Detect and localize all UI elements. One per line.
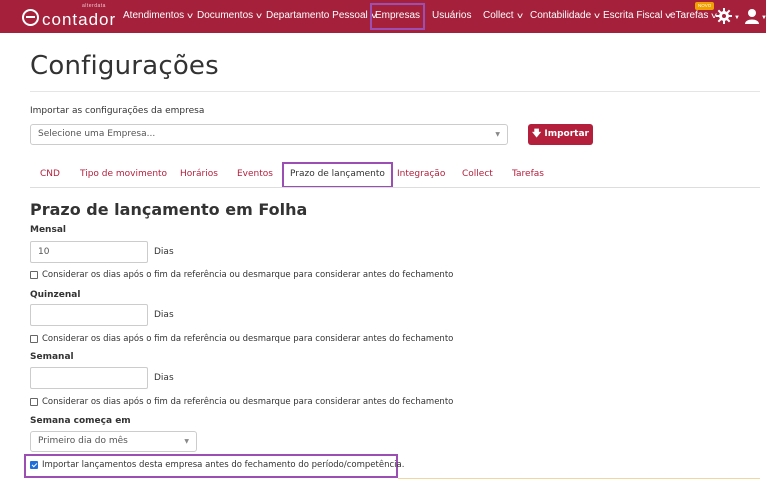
import-label: Importar as configurações da empresa <box>30 106 205 116</box>
nav-label: Usuários <box>432 10 472 21</box>
import-checkbox-label: Importar lançamentos desta empresa antes… <box>42 460 405 470</box>
company-select-placeholder: Selecione uma Empresa... <box>38 129 156 139</box>
import-button[interactable]: 🡇 Importar <box>528 124 593 145</box>
semanal-checkbox-label: Considerar os dias após o fim da referên… <box>42 397 454 407</box>
semanal-checkbox-row[interactable]: Considerar os dias após o fim da referên… <box>30 397 453 407</box>
semanal-unit: Dias <box>154 373 174 383</box>
company-select[interactable]: Selecione uma Empresa... ▼ <box>30 124 508 145</box>
nav-label: Departamento Pessoal <box>266 10 368 21</box>
nav-item-usuarios[interactable]: Usuários <box>432 0 471 33</box>
tab-collect[interactable]: Collect <box>462 162 493 186</box>
bottom-divider <box>398 478 760 479</box>
nav-label: Empresas <box>375 10 421 21</box>
semana-comeca-selected: Primeiro dia do mês <box>38 436 128 446</box>
tab-tarefas[interactable]: Tarefas <box>512 162 544 186</box>
nav-item-atendimentos[interactable]: Atendimentos v <box>123 0 193 33</box>
mensal-label: Mensal <box>30 225 66 235</box>
tab-tipo-de-movimento[interactable]: Tipo de movimento <box>80 162 167 186</box>
chevron-down-icon: v <box>594 11 600 20</box>
chevron-down-icon: v <box>516 11 523 20</box>
mensal-checkbox[interactable] <box>30 271 38 279</box>
logo-e-icon <box>22 8 39 26</box>
gear-icon[interactable] <box>716 8 732 24</box>
nav-item-departamento-pessoal[interactable]: Departamento Pessoal v <box>266 0 377 33</box>
quinzenal-label: Quinzenal <box>30 290 81 300</box>
divider <box>30 91 760 92</box>
nav-item-escrita-fiscal[interactable]: Escrita Fiscal v <box>603 0 671 33</box>
quinzenal-checkbox[interactable] <box>30 335 38 343</box>
caret-down-icon: ▼ <box>495 131 500 138</box>
quinzenal-checkbox-label: Considerar os dias após o fim da referên… <box>42 334 454 344</box>
tab-eventos[interactable]: Eventos <box>237 162 273 186</box>
mensal-input[interactable]: 10 <box>30 241 148 263</box>
nav-label: Atendimentos <box>123 10 185 21</box>
semanal-checkbox[interactable] <box>30 398 38 406</box>
tab-horarios[interactable]: Horários <box>180 162 218 186</box>
caret-down-icon: ▼ <box>184 438 189 445</box>
quinzenal-input[interactable] <box>30 304 148 326</box>
import-button-label: Importar <box>544 129 589 139</box>
tab-prazo-de-lancamento[interactable]: Prazo de lançamento <box>282 162 393 188</box>
chevron-down-icon: v <box>256 11 262 20</box>
tab-integracao[interactable]: Integração <box>397 162 445 186</box>
nav-label: Collect <box>483 10 514 21</box>
caret-down-icon: ▼ <box>734 15 740 21</box>
mensal-checkbox-label: Considerar os dias após o fim da referên… <box>42 270 454 280</box>
new-badge: NOVO <box>695 2 715 10</box>
user-icon[interactable] <box>744 8 760 24</box>
quinzenal-checkbox-row[interactable]: Considerar os dias após o fim da referên… <box>30 334 453 344</box>
logo-text: contador <box>42 9 117 29</box>
semanal-input[interactable] <box>30 367 148 389</box>
nav-item-collect[interactable]: Collect v <box>483 0 522 33</box>
top-navbar: contador alterdata Atendimentos v Documen… <box>0 0 766 33</box>
chevron-down-icon: v <box>187 11 193 20</box>
tab-cnd[interactable]: CND <box>40 162 60 186</box>
import-checkbox-row[interactable]: Importar lançamentos desta empresa antes… <box>30 460 404 470</box>
semana-comeca-label: Semana começa em <box>30 416 131 426</box>
nav-item-documentos[interactable]: Documentos v <box>197 0 262 33</box>
nav-item-empresas[interactable]: Empresas <box>370 3 426 30</box>
nav-label: Contabilidade <box>530 10 592 21</box>
logo-subtext: alterdata <box>82 3 106 9</box>
logo[interactable]: contador alterdata <box>22 3 117 29</box>
nav-label: eTarefas <box>670 10 709 21</box>
import-checkbox[interactable] <box>30 461 38 469</box>
section-title: Prazo de lançamento em Folha <box>30 200 308 219</box>
nav-label: Documentos <box>197 10 254 21</box>
quinzenal-unit: Dias <box>154 310 174 320</box>
nav-label: Escrita Fiscal <box>603 10 663 21</box>
semana-comeca-select[interactable]: Primeiro dia do mês ▼ <box>30 431 197 452</box>
page-title: Configurações <box>30 51 219 81</box>
nav-item-contabilidade[interactable]: Contabilidade v <box>530 0 600 33</box>
semanal-label: Semanal <box>30 352 74 362</box>
mensal-unit: Dias <box>154 247 174 257</box>
tabs-divider <box>30 187 760 188</box>
mensal-checkbox-row[interactable]: Considerar os dias após o fim da referên… <box>30 270 453 280</box>
arrow-down-icon: 🡇 <box>531 129 542 139</box>
caret-down-icon: ▼ <box>761 15 766 21</box>
